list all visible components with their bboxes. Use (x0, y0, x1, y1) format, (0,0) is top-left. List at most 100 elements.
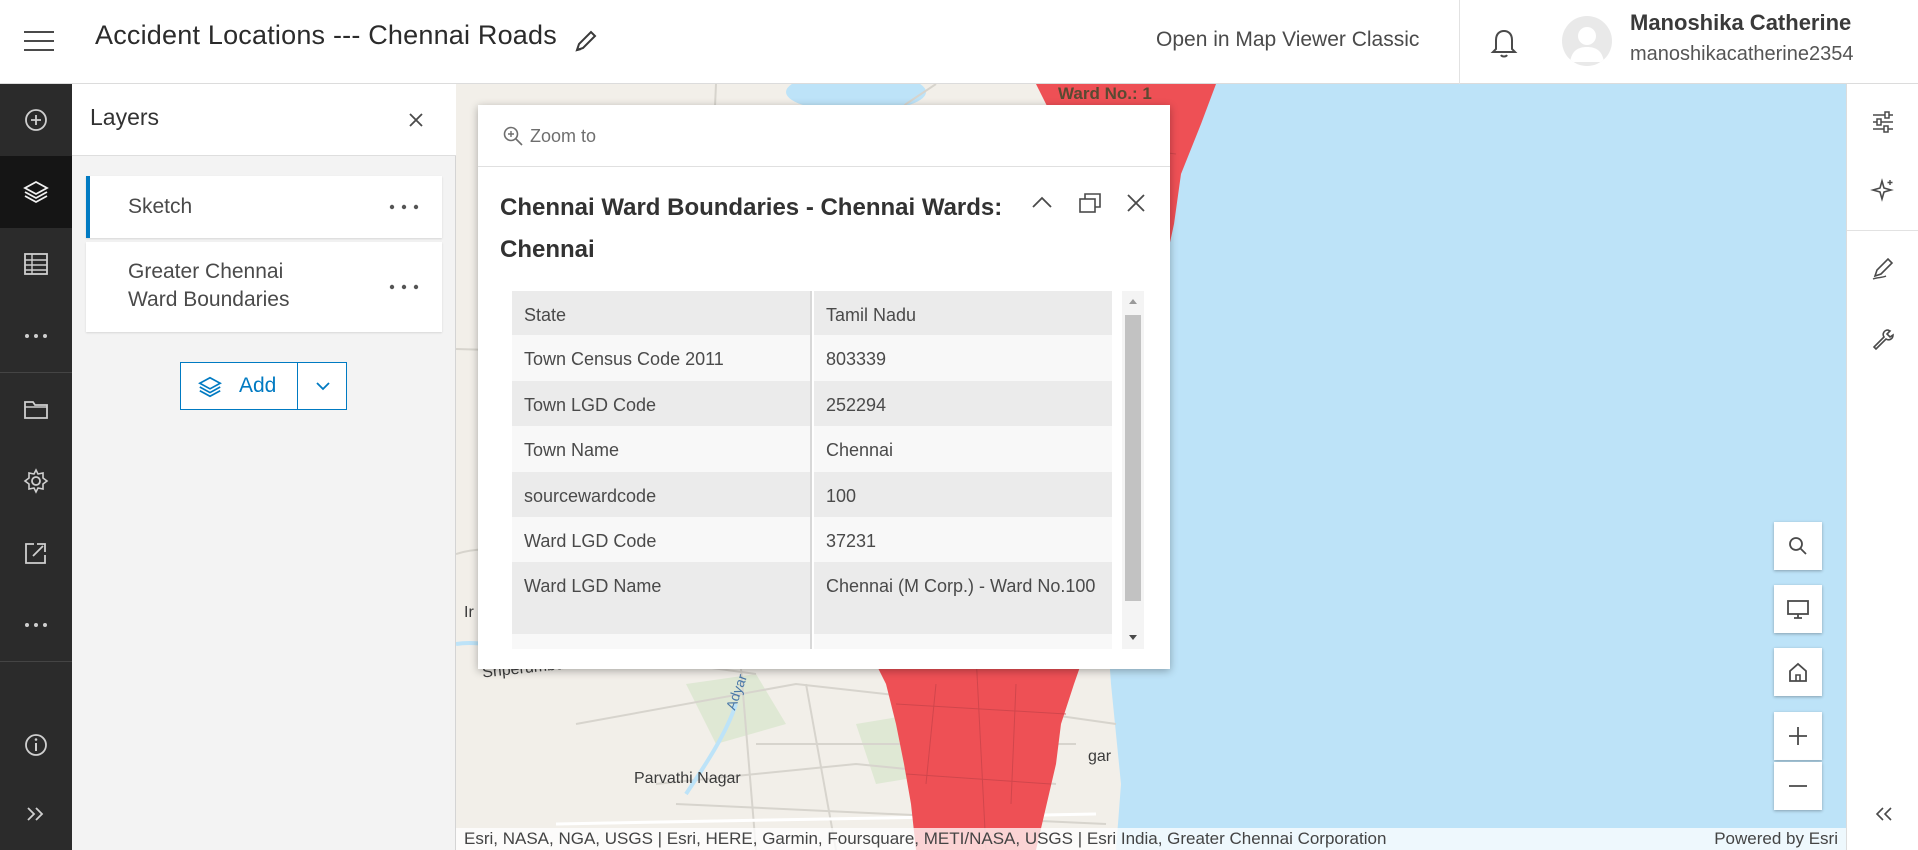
popup-scrollbar[interactable] (1122, 291, 1144, 649)
layer-name-line1: Greater Chennai (128, 260, 284, 283)
layer-item-sketch[interactable]: Sketch (86, 176, 442, 238)
layer-item-ward-boundaries[interactable]: Greater Chennai Ward Boundaries (86, 242, 442, 332)
table-row: Ward LGD Code 37231 (512, 517, 1112, 562)
monitor-icon (1787, 600, 1809, 619)
panel-header: Layers (72, 84, 456, 156)
scroll-thumb[interactable] (1125, 315, 1141, 601)
attribution-text: Esri, NASA, NGA, USGS | Esri, HERE, Garm… (464, 829, 1387, 848)
attribute-key: Ward LGD Code (512, 517, 812, 562)
info-icon[interactable] (0, 709, 72, 781)
bell-icon[interactable] (1487, 24, 1521, 60)
home-icon (1789, 662, 1807, 682)
map-display-button[interactable] (1774, 585, 1822, 633)
popup-actions: Zoom to (478, 105, 1170, 167)
add-circle-icon[interactable] (0, 84, 72, 156)
add-label: Add (239, 374, 277, 397)
layers-panel: Layers Sketch Greater Chennai Ward Bound… (72, 84, 456, 850)
sketch-pen-icon[interactable] (1847, 232, 1918, 304)
expand-icon[interactable] (0, 778, 72, 850)
dock-icon (1079, 193, 1101, 213)
zoom-out-button[interactable] (1774, 762, 1822, 810)
sparkle-icon[interactable] (1847, 154, 1918, 226)
collapse-icon[interactable] (1847, 778, 1918, 850)
avatar[interactable] (1562, 16, 1612, 66)
user-name[interactable]: Manoshika Catherine (1630, 10, 1851, 36)
map-home-button[interactable] (1774, 648, 1822, 696)
map-label-gar: gar (1088, 748, 1112, 765)
more-icon[interactable] (386, 277, 422, 297)
attribute-key: State (512, 291, 812, 335)
folder-icon[interactable] (0, 373, 72, 445)
attribute-value: 252294 (814, 381, 1112, 426)
user-id[interactable]: manoshikacatherine2354 (1630, 43, 1854, 66)
table-row: State Tamil Nadu (512, 291, 1112, 335)
open-classic-link[interactable]: Open in Map Viewer Classic (1156, 28, 1419, 52)
scroll-down-icon[interactable] (1128, 634, 1138, 642)
plus-icon (1789, 727, 1807, 745)
attribute-key: Town Name (512, 426, 812, 472)
close-icon[interactable] (404, 108, 428, 132)
attribute-key: Town LGD Code (512, 381, 812, 426)
header-divider (1459, 0, 1460, 84)
app-header: Accident Locations --- Chennai Roads Ope… (0, 0, 1918, 84)
collapse-popup-button[interactable] (1026, 187, 1058, 219)
zoom-in-button[interactable] (1774, 712, 1822, 760)
layer-name-line2: Ward Boundaries (128, 288, 290, 311)
map-attribution: Esri, NASA, NGA, USGS | Esri, HERE, Garm… (456, 828, 1846, 850)
map-search-button[interactable] (1774, 522, 1822, 570)
table-row: Town Name Chennai (512, 426, 1112, 472)
attribute-value: 803339 (814, 335, 1112, 381)
map-label-ir: Ir (464, 604, 474, 621)
attribute-value: Tamil Nadu (814, 291, 1112, 335)
layer-name: Sketch (128, 195, 193, 218)
right-toolbar (1846, 84, 1918, 850)
attribute-key: Ward LGD Name (512, 562, 812, 634)
table-icon[interactable] (0, 228, 72, 300)
attribute-value: 37231 (814, 517, 1112, 562)
attribute-value: Chennai (M Corp.) - Ward No.100 (814, 562, 1112, 634)
map-label-parvathi: Parvathi Nagar (634, 770, 741, 787)
gear-icon[interactable] (0, 445, 72, 517)
table-row: Town Census Code 2011 803339 (512, 335, 1112, 381)
zoom-in-icon (503, 126, 523, 146)
rail-divider (0, 661, 72, 662)
more-icon[interactable] (386, 197, 422, 217)
layers-icon[interactable] (0, 156, 72, 228)
attribute-value: 100 (814, 472, 1112, 517)
share-icon[interactable] (0, 517, 72, 589)
menu-icon[interactable] (22, 26, 56, 58)
attribute-value (814, 634, 1112, 649)
user-silhouette-icon (1570, 27, 1604, 62)
chevron-down-icon (316, 382, 330, 391)
add-dropdown-button[interactable] (297, 362, 347, 410)
add-layer-button[interactable]: Add (180, 362, 298, 410)
table-row: Ward LGD Name Chennai (M Corp.) - Ward N… (512, 562, 1112, 634)
popup-title: Chennai Ward Boundaries - Chennai Wards:… (500, 194, 1003, 263)
zoom-to-button[interactable]: Zoom to (502, 123, 596, 149)
more-icon[interactable] (0, 589, 72, 661)
map-label-ward: Ward No.: 1 (1058, 84, 1152, 103)
scroll-up-icon[interactable] (1128, 297, 1138, 305)
more-icon[interactable] (0, 300, 72, 372)
rail-divider (1847, 230, 1918, 231)
powered-by-link[interactable]: Powered by Esri (1714, 828, 1838, 850)
attribute-key (512, 634, 812, 649)
close-popup-button[interactable] (1120, 187, 1152, 219)
panel-title: Layers (90, 104, 160, 130)
pencil-icon[interactable] (572, 27, 600, 55)
map-title: Accident Locations --- Chennai Roads (95, 20, 557, 50)
layers-icon (198, 376, 222, 398)
sliders-icon[interactable] (1847, 86, 1918, 158)
left-toolbar (0, 84, 72, 850)
attribute-key: sourcewardcode (512, 472, 812, 517)
attribute-value: Chennai (814, 426, 1112, 472)
wrench-icon[interactable] (1847, 304, 1918, 376)
chevron-up-icon (1032, 196, 1052, 208)
search-icon (1789, 537, 1807, 555)
dock-popup-button[interactable] (1074, 187, 1106, 219)
table-row: Town LGD Code 252294 (512, 381, 1112, 426)
close-icon (1127, 194, 1145, 212)
feature-popup: Zoom to Chennai Ward Boundaries - Chenna… (478, 105, 1170, 669)
attribute-key: Town Census Code 2011 (512, 335, 812, 381)
zoom-to-label: Zoom to (530, 125, 597, 146)
